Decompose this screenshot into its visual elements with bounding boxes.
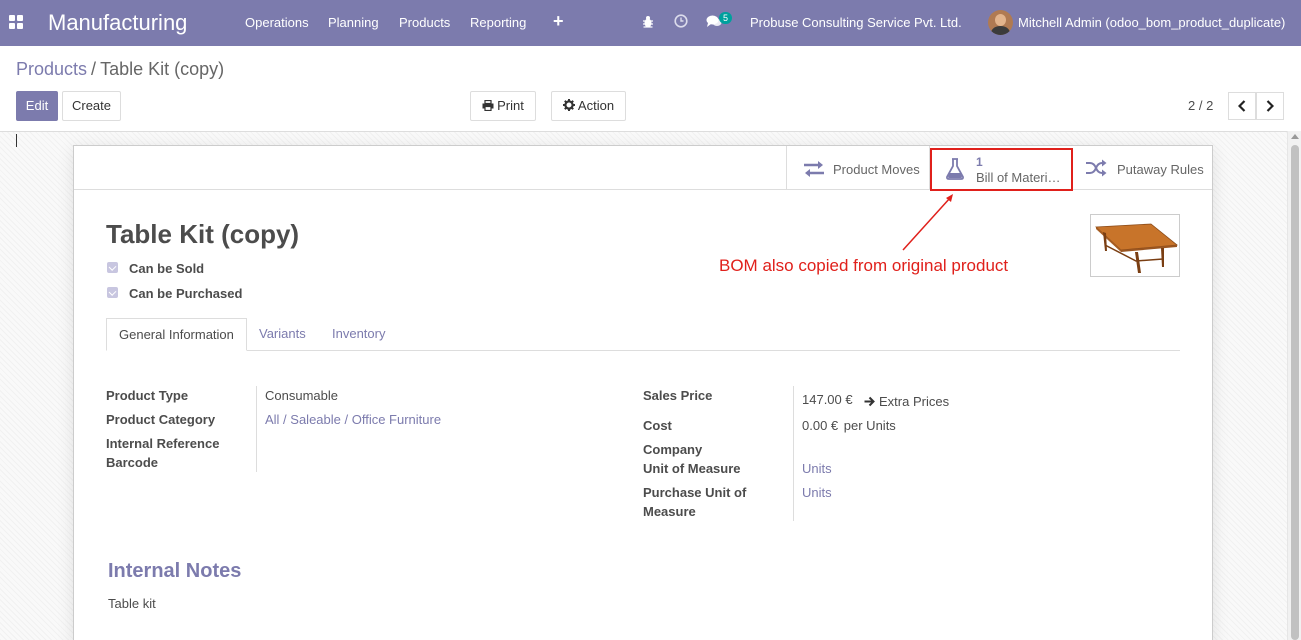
arrow-right-icon [864,396,875,407]
tab-inventory[interactable]: Inventory [320,318,397,351]
chevron-right-icon [1266,100,1275,112]
sales-price-value[interactable]: 147.00 € [802,392,853,407]
cost-unit: per Units [843,418,896,433]
checkbox-checked-icon[interactable] [107,287,118,298]
plus-icon[interactable]: + [553,11,564,32]
product-type-value[interactable]: Consumable [265,388,338,403]
chat-count-badge: 5 [719,12,733,24]
cost-value[interactable]: 0.00 € per Units [802,418,896,433]
random-icon [1086,159,1107,177]
create-button[interactable]: Create [62,91,121,121]
scrollbar[interactable] [1287,131,1301,640]
internal-reference-label: Internal Reference [106,436,220,451]
sales-price-label: Sales Price [643,388,713,403]
menu-planning[interactable]: Planning [328,15,379,30]
internal-notes-title: Internal Notes [108,560,242,582]
table-image-icon [1095,223,1179,273]
putaway-rules-button[interactable]: Putaway Rules [1072,146,1212,190]
extra-prices-label: Extra Prices [879,394,950,409]
avatar[interactable] [988,10,1013,35]
action-button[interactable]: Action [551,91,626,121]
top-navbar: Manufacturing Operations Planning Produc… [0,0,1301,46]
cost-label: Cost [643,418,672,433]
apps-icon[interactable] [9,15,23,29]
edit-button[interactable]: Edit [16,91,58,121]
field-divider [793,386,794,521]
exchange-icon [804,161,824,177]
breadcrumb-products[interactable]: Products [16,59,87,79]
pager-previous-button[interactable] [1228,92,1256,120]
can-be-sold-label: Can be Sold [129,261,205,276]
cost-amount: 0.00 € [802,418,839,433]
breadcrumb: Products / Table Kit (copy) [16,59,224,80]
scrollbar-thumb[interactable] [1291,145,1299,640]
extra-prices-button[interactable]: Extra Prices [864,394,949,409]
menu-reporting[interactable]: Reporting [470,15,526,30]
breadcrumb-separator: / [91,59,97,79]
annotation-arrow-icon [902,194,953,251]
company-label: Company [643,442,703,457]
can-be-purchased-label: Can be Purchased [129,286,243,301]
menu-products[interactable]: Products [399,15,450,30]
product-moves-button[interactable]: Product Moves [786,146,929,190]
menu-operations[interactable]: Operations [245,15,309,30]
app-name[interactable]: Manufacturing [48,10,187,36]
checkbox-checked-icon[interactable] [107,262,118,273]
tab-general-information[interactable]: General Information [106,318,247,351]
barcode-label: Barcode [106,455,159,470]
bom-highlight-box [930,148,1073,191]
product-moves-label: Product Moves [833,162,920,177]
purchase-uom-label-line2: Measure [643,504,696,519]
bug-icon[interactable] [642,15,654,29]
product-image[interactable] [1090,214,1180,277]
user-menu[interactable]: Mitchell Admin (odoo_bom_product_duplica… [1018,15,1285,30]
annotation-text: BOM also copied from original product [719,256,1009,275]
unit-of-measure-link[interactable]: Units [802,461,832,476]
scroll-up-icon[interactable] [1291,134,1299,139]
product-name[interactable]: Table Kit (copy) [106,219,299,250]
company-switcher[interactable]: Probuse Consulting Service Pvt. Ltd. [750,15,962,30]
breadcrumb-current: Table Kit (copy) [100,59,225,79]
print-button[interactable]: Print [470,91,536,121]
tab-variants[interactable]: Variants [247,318,318,351]
gear-icon [562,99,575,111]
print-icon [482,99,494,112]
purchase-uom-label-line1: Purchase Unit of [643,485,747,500]
internal-notes-text[interactable]: Table kit [108,596,156,611]
pager-next-button[interactable] [1256,92,1284,120]
purchase-uom-link[interactable]: Units [802,485,832,500]
product-category-label: Product Category [106,412,216,427]
can-be-purchased-checkbox[interactable]: Can be Purchased [107,286,242,301]
chevron-left-icon [1237,100,1246,112]
putaway-rules-label: Putaway Rules [1117,162,1204,177]
product-category-link[interactable]: All / Saleable / Office Furniture [265,412,441,427]
notebook-tabs: General Information Variants Inventory [106,318,1180,351]
action-label: Action [577,98,615,113]
clock-icon[interactable] [674,14,688,28]
field-divider [256,386,257,472]
can-be-sold-checkbox[interactable]: Can be Sold [107,261,204,276]
form-sheet: Product Moves 1 Bill of Materi… Putaway … [73,145,1213,640]
product-type-label: Product Type [106,388,189,403]
text-cursor [16,134,17,147]
print-label: Print [497,98,524,113]
unit-of-measure-label: Unit of Measure [643,461,741,476]
pager-value[interactable]: 2 / 2 [1188,98,1213,113]
